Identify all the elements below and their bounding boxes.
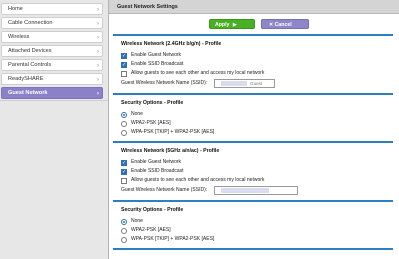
security-none-radio[interactable] [121, 218, 127, 225]
section-divider [113, 248, 393, 250]
enable-ssid-broadcast-checkbox[interactable] [121, 61, 127, 70]
chevron-right-icon: › [97, 7, 99, 13]
ssid-label: Guest Wireless Network Name (SSID): [121, 80, 208, 86]
radio-label: None [131, 218, 143, 224]
redacted-text [221, 81, 247, 87]
security-24ghz-section: Security Options - Profile None WPA2-PSK… [109, 95, 399, 141]
sidebar-item-label: Wireless [8, 34, 30, 40]
close-icon: ✕ [269, 22, 274, 28]
chevron-right-icon: › [97, 77, 99, 83]
sidebar-item-label: Guest Network [8, 90, 48, 96]
main-panel: Guest Network Settings Apply ▶ ✕ Cancel … [108, 0, 399, 259]
sidebar-item-readyshare[interactable]: ReadySHARE › [1, 73, 103, 85]
arrow-right-icon: ▶ [232, 22, 237, 28]
security-wpa2-aes-radio[interactable] [121, 120, 127, 127]
sidebar-item-label: ReadySHARE [8, 76, 44, 82]
sidebar-item-label: Home [8, 6, 23, 12]
security-5ghz-section: Security Options - Profile None WPA2-PSK… [109, 202, 399, 248]
sidebar-item-attached-devices[interactable]: Attached Devices › [1, 45, 103, 57]
section-title: Security Options - Profile [121, 100, 184, 106]
chevron-right-icon: › [97, 35, 99, 41]
cancel-button-label: Cancel [274, 22, 292, 28]
wireless-5ghz-section: Wireless Network (5GHz a/n/ac) - Profile… [109, 143, 399, 200]
enable-guest-network-checkbox[interactable] [121, 159, 127, 168]
sidebar-item-home[interactable]: Home › [1, 3, 103, 15]
section-title: Security Options - Profile [121, 207, 184, 213]
chevron-right-icon: › [97, 49, 99, 55]
enable-guest-network-checkbox[interactable] [121, 52, 127, 61]
security-none-radio[interactable] [121, 111, 127, 118]
chevron-right-icon: › [97, 63, 99, 69]
cancel-button[interactable]: ✕ Cancel [261, 19, 309, 29]
radio-label: WPA-PSK [TKIP] + WPA2-PSK [AES] [131, 236, 215, 242]
checkbox-label: Allow guests to see each other and acces… [131, 70, 265, 76]
apply-button[interactable]: Apply ▶ [209, 19, 255, 29]
sidebar-item-parental-controls[interactable]: Parental Controls › [1, 59, 103, 71]
radio-label: None [131, 111, 143, 117]
sidebar: Home › Cable Connection › Wireless › Attach… [0, 0, 108, 259]
sidebar-item-label: Parental Controls [8, 62, 52, 68]
sidebar-divider [0, 100, 108, 101]
checkbox-label: Enable SSID Broadcast [131, 168, 184, 174]
ssid-value: Guest [250, 81, 263, 86]
checkbox-label: Enable SSID Broadcast [131, 61, 184, 67]
security-wpa-wpa2-radio[interactable] [121, 236, 127, 243]
allow-guest-access-checkbox[interactable] [121, 70, 127, 77]
ssid-input[interactable] [214, 186, 298, 195]
allow-guest-access-checkbox[interactable] [121, 177, 127, 184]
radio-label: WPA2-PSK [AES] [131, 227, 171, 233]
wireless-24ghz-section: Wireless Network (2.4GHz b/g/n) - Profil… [109, 36, 399, 93]
ssid-label: Guest Wireless Network Name (SSID): [121, 187, 208, 193]
enable-ssid-broadcast-checkbox[interactable] [121, 168, 127, 177]
security-wpa-wpa2-radio[interactable] [121, 129, 127, 136]
chevron-right-icon: › [97, 91, 99, 97]
button-bar: Apply ▶ ✕ Cancel [109, 14, 399, 34]
radio-label: WPA-PSK [TKIP] + WPA2-PSK [AES] [131, 129, 215, 135]
checkbox-label: Enable Guest Network [131, 52, 182, 58]
sidebar-item-guest-network[interactable]: Guest Network › [1, 87, 103, 99]
redacted-text [221, 188, 269, 194]
sidebar-item-cable-connection[interactable]: Cable Connection › [1, 17, 103, 29]
radio-label: WPA2-PSK [AES] [131, 120, 171, 126]
security-wpa2-aes-radio[interactable] [121, 227, 127, 234]
sidebar-item-label: Attached Devices [8, 48, 52, 54]
section-title: Wireless Network (5GHz a/n/ac) - Profile [121, 148, 220, 154]
chevron-right-icon: › [97, 21, 99, 27]
page-title: Guest Network Settings [109, 0, 399, 14]
sidebar-item-wireless[interactable]: Wireless › [1, 31, 103, 43]
ssid-input[interactable]: Guest [214, 79, 275, 88]
sidebar-item-label: Cable Connection [8, 20, 53, 26]
section-title: Wireless Network (2.4GHz b/g/n) - Profil… [121, 41, 222, 47]
checkbox-label: Allow guests to see each other and acces… [131, 177, 265, 183]
checkbox-label: Enable Guest Network [131, 159, 182, 165]
apply-button-label: Apply [215, 22, 230, 28]
